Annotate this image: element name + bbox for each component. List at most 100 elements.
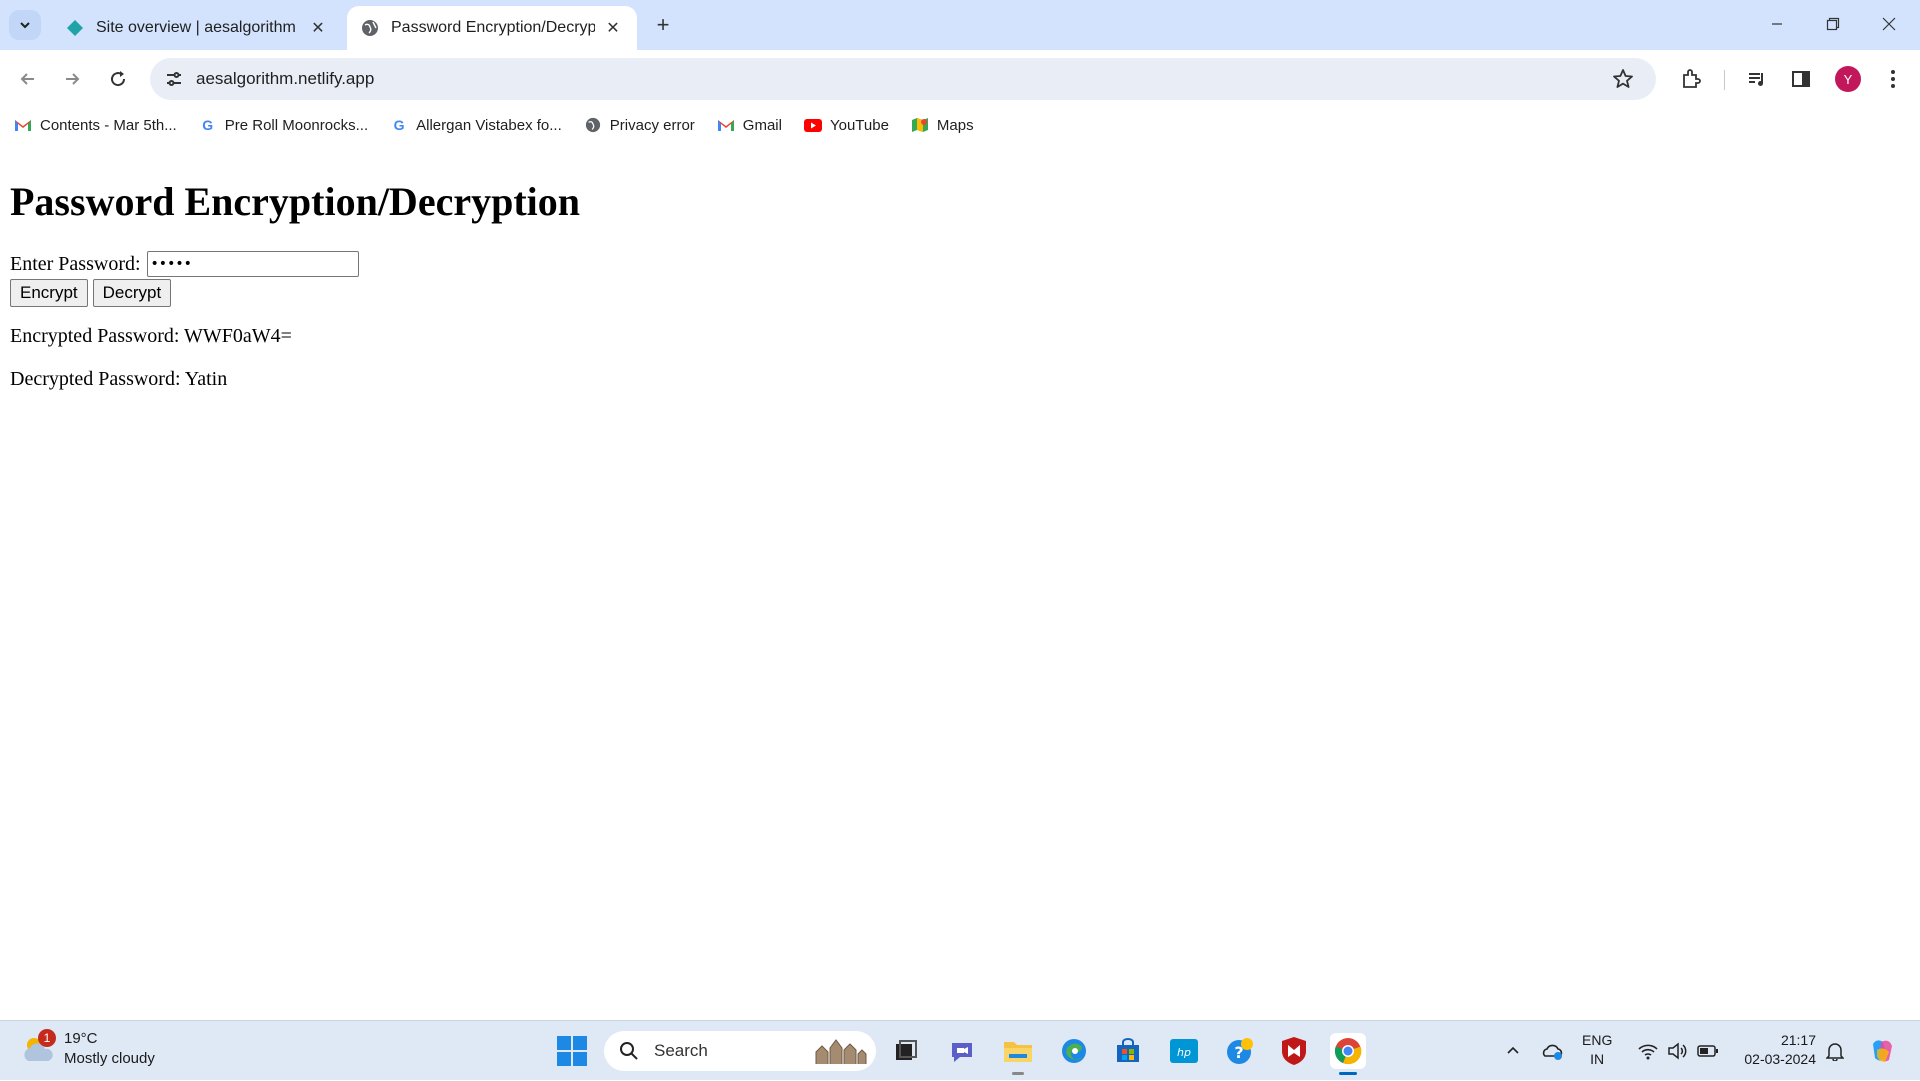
decrypt-button[interactable]: Decrypt bbox=[92, 279, 172, 307]
close-icon bbox=[1882, 17, 1896, 31]
chevron-down-icon bbox=[20, 22, 30, 29]
clock[interactable]: 21:17 02-03-2024 bbox=[1738, 1031, 1816, 1069]
copilot-button[interactable] bbox=[1864, 1021, 1900, 1081]
start-button[interactable] bbox=[556, 1035, 588, 1067]
battery-tray[interactable] bbox=[1694, 1021, 1722, 1081]
restore-button[interactable] bbox=[1810, 8, 1856, 40]
running-indicator bbox=[1012, 1072, 1024, 1075]
globe-icon bbox=[584, 116, 602, 134]
mcafee-button[interactable] bbox=[1276, 1033, 1312, 1069]
region-code: IN bbox=[1590, 1051, 1605, 1067]
restore-icon bbox=[1826, 17, 1840, 31]
bookmark-maps[interactable]: Maps bbox=[911, 116, 974, 134]
clock-date: 02-03-2024 bbox=[1744, 1051, 1816, 1067]
bookmark-privacy-error[interactable]: Privacy error bbox=[584, 116, 695, 134]
tab-search-button[interactable] bbox=[9, 10, 41, 40]
password-row: Enter Password: bbox=[10, 251, 359, 277]
arrow-left-icon bbox=[20, 73, 34, 85]
search-highlight-icon bbox=[815, 1039, 867, 1064]
gmail-icon bbox=[14, 116, 32, 134]
password-label: Enter Password: bbox=[10, 252, 141, 275]
store-icon bbox=[1117, 1038, 1139, 1062]
new-tab-button[interactable]: + bbox=[650, 12, 676, 38]
browser-toolbar: aesalgorithm.netlify.app Y bbox=[0, 50, 1920, 108]
bookmark-label: YouTube bbox=[829, 116, 889, 134]
taskbar: 1 19°C Mostly cloudy Search hp ? ENG IN … bbox=[0, 1020, 1920, 1080]
search-icon bbox=[618, 1040, 640, 1062]
minimize-button[interactable] bbox=[1754, 8, 1800, 40]
encrypt-button[interactable]: Encrypt bbox=[10, 279, 88, 307]
copilot-icon bbox=[1873, 1040, 1892, 1062]
back-button[interactable] bbox=[12, 63, 44, 95]
menu-icon[interactable] bbox=[1878, 64, 1908, 94]
cloud-sync-icon bbox=[1542, 1044, 1563, 1060]
tab-title: Site overview | aesalgorithm | N bbox=[96, 19, 300, 36]
chat-icon bbox=[952, 1043, 972, 1062]
extensions-icon[interactable] bbox=[1676, 64, 1706, 94]
tab-site-overview[interactable]: Site overview | aesalgorithm | N ✕ bbox=[52, 6, 342, 50]
url-text[interactable]: aesalgorithm.netlify.app bbox=[196, 69, 1608, 89]
mcafee-shield-icon bbox=[1282, 1037, 1306, 1065]
language-indicator[interactable]: ENG IN bbox=[1582, 1031, 1612, 1069]
bookmarks-bar: Contents - Mar 5th... G Pre Roll Moonroc… bbox=[0, 108, 1920, 142]
password-input[interactable] bbox=[146, 251, 359, 277]
svg-text:hp: hp bbox=[1177, 1046, 1191, 1059]
bookmark-label: Gmail bbox=[742, 116, 782, 134]
bell-icon bbox=[1826, 1043, 1844, 1061]
minimize-icon bbox=[1772, 23, 1782, 25]
site-info-icon[interactable] bbox=[162, 67, 186, 91]
bookmark-label: Maps bbox=[936, 116, 974, 134]
forward-button[interactable] bbox=[56, 63, 88, 95]
weather-badge: 1 bbox=[38, 1029, 56, 1047]
toolbar-divider bbox=[1724, 70, 1725, 90]
store-button[interactable] bbox=[1110, 1033, 1146, 1069]
netlify-icon bbox=[67, 20, 83, 36]
battery-icon bbox=[1697, 1045, 1718, 1057]
chrome-button[interactable] bbox=[1330, 1033, 1366, 1075]
windows-icon bbox=[557, 1036, 587, 1066]
reload-button[interactable] bbox=[102, 63, 134, 95]
tab-title: Password Encryption/Decryption bbox=[391, 19, 595, 36]
google-icon: G bbox=[393, 117, 405, 133]
notifications-button[interactable] bbox=[1822, 1021, 1848, 1081]
myhp-button[interactable]: hp bbox=[1166, 1033, 1202, 1069]
bookmark-star-icon[interactable] bbox=[1608, 64, 1638, 94]
language-code: ENG bbox=[1582, 1032, 1613, 1048]
taskbar-search[interactable]: Search bbox=[604, 1031, 876, 1071]
clock-time: 21:17 bbox=[1780, 1032, 1816, 1048]
media-controls-icon[interactable] bbox=[1742, 64, 1772, 94]
maps-icon bbox=[911, 116, 929, 134]
weather-widget[interactable]: 1 19°C Mostly cloudy bbox=[20, 1029, 155, 1069]
wifi-tray[interactable] bbox=[1634, 1021, 1662, 1081]
chevron-up-icon bbox=[1507, 1046, 1519, 1054]
help-button[interactable]: ? bbox=[1222, 1033, 1258, 1069]
volume-tray[interactable] bbox=[1664, 1021, 1692, 1081]
address-bar[interactable]: aesalgorithm.netlify.app bbox=[150, 58, 1656, 100]
close-icon[interactable]: ✕ bbox=[308, 18, 328, 38]
close-icon[interactable]: ✕ bbox=[603, 18, 623, 38]
bookmark-allergan[interactable]: G Allergan Vistabex fo... bbox=[390, 116, 562, 134]
close-window-button[interactable] bbox=[1866, 8, 1912, 40]
gmail-icon bbox=[717, 116, 735, 134]
running-indicator bbox=[1339, 1072, 1357, 1075]
cloud-icon: 1 bbox=[20, 1029, 56, 1067]
bookmark-label: Contents - Mar 5th... bbox=[40, 116, 177, 134]
bookmark-contents[interactable]: Contents - Mar 5th... bbox=[14, 116, 177, 134]
bookmark-youtube[interactable]: YouTube bbox=[803, 116, 889, 134]
edge-button[interactable] bbox=[1056, 1033, 1092, 1069]
myhp-icon: hp bbox=[1170, 1039, 1198, 1063]
google-icon: G bbox=[202, 117, 214, 133]
onedrive-tray[interactable] bbox=[1538, 1021, 1568, 1081]
side-panel-icon[interactable] bbox=[1786, 64, 1816, 94]
task-view-button[interactable] bbox=[888, 1033, 924, 1069]
bookmark-pre-roll[interactable]: G Pre Roll Moonrocks... bbox=[199, 116, 368, 134]
profile-avatar[interactable]: Y bbox=[1835, 66, 1861, 92]
bookmark-gmail[interactable]: Gmail bbox=[717, 116, 782, 134]
show-hidden-icons-button[interactable] bbox=[1500, 1021, 1526, 1081]
globe-icon bbox=[362, 20, 378, 36]
task-view-icon bbox=[896, 1040, 917, 1060]
file-explorer-button[interactable] bbox=[1000, 1033, 1036, 1075]
teams-chat-button[interactable] bbox=[944, 1033, 980, 1069]
bookmark-label: Privacy error bbox=[609, 116, 695, 134]
tab-password-encryption[interactable]: Password Encryption/Decryption ✕ bbox=[347, 6, 637, 50]
